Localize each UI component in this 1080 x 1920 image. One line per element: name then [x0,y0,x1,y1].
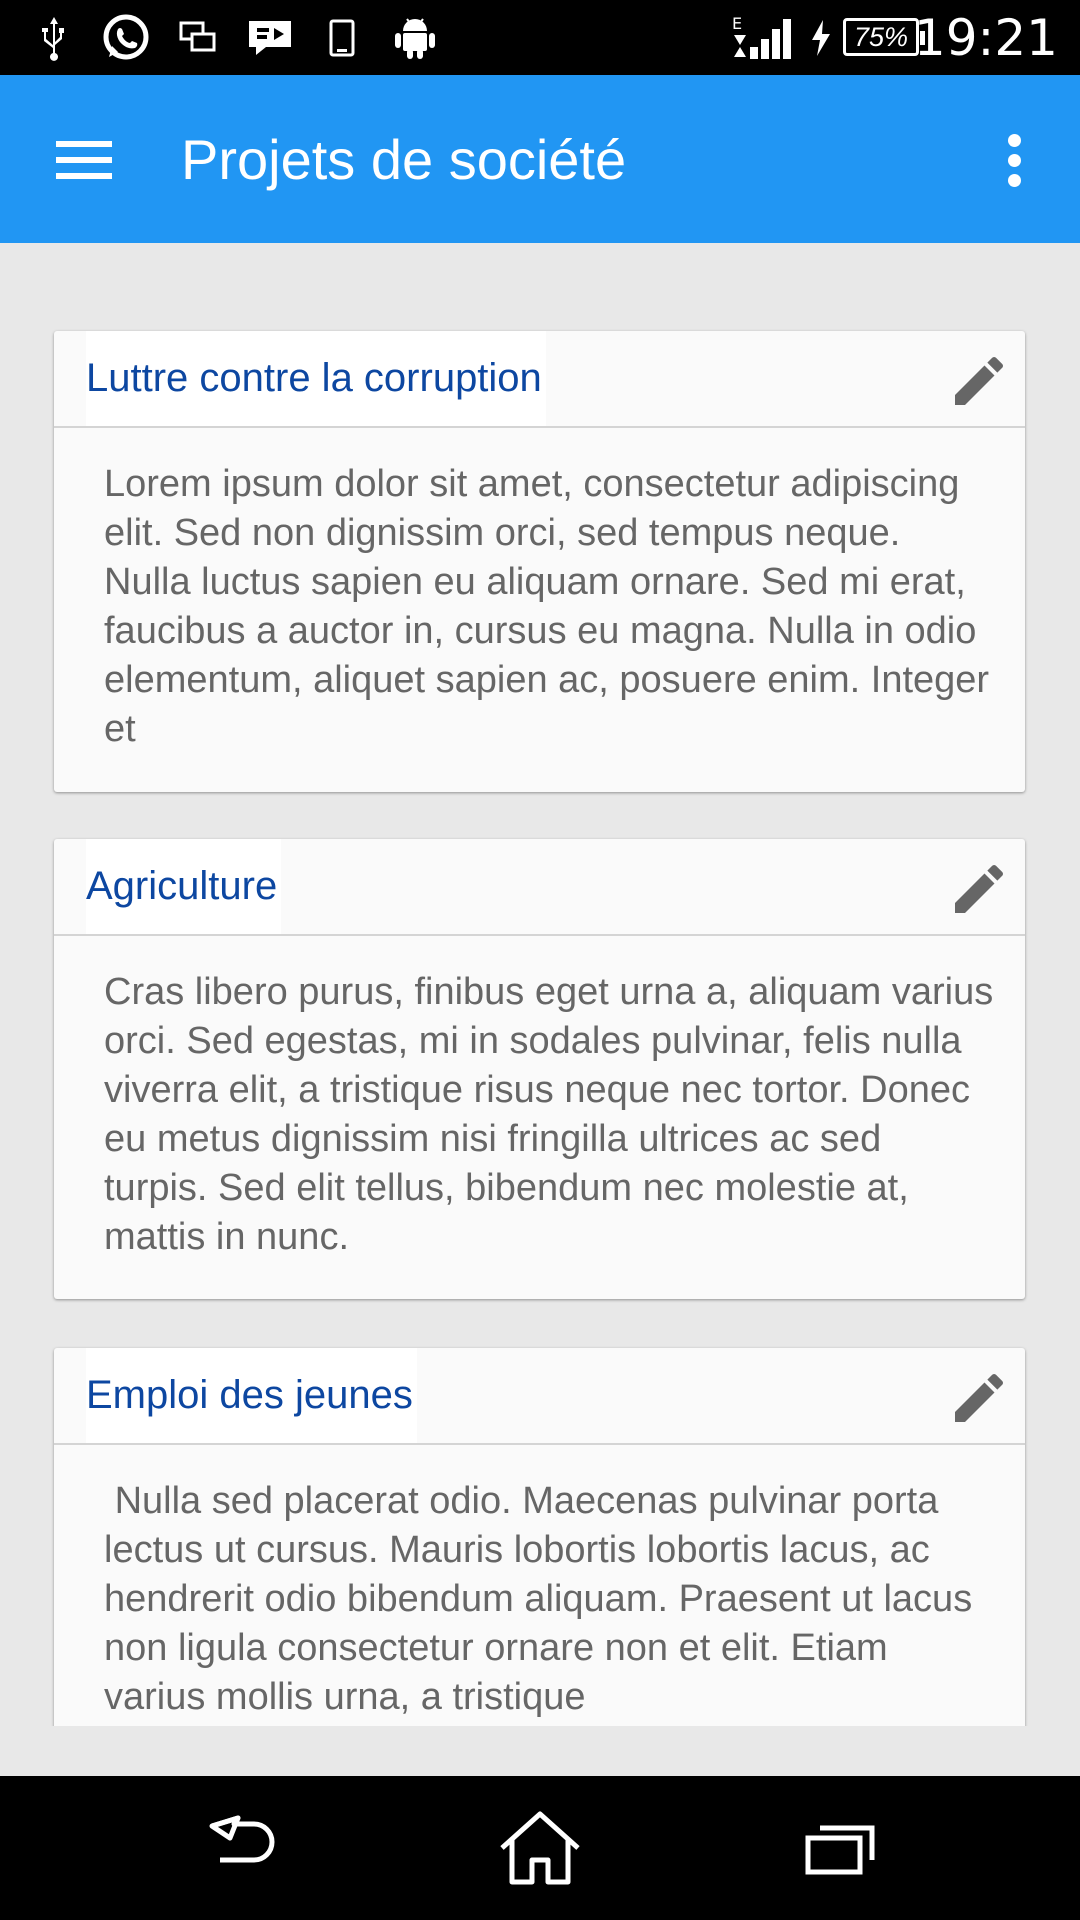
recent-apps-icon[interactable] [790,1808,890,1888]
whatsapp-icon [98,0,154,75]
signal-icon: E [730,0,792,75]
back-icon[interactable] [190,1808,290,1888]
navigation-bar [0,1776,1080,1920]
svg-text:E: E [732,14,742,33]
card-title[interactable]: Luttre contre la corruption [86,331,546,426]
card-title[interactable]: Emploi des jeunes [86,1348,417,1443]
pencil-icon[interactable] [947,349,1011,413]
battery-level: 75% [853,21,909,52]
project-list[interactable]: Luttre contre la corruption Lorem ipsum … [0,243,1080,1726]
charging-icon [806,0,836,75]
project-card[interactable]: Luttre contre la corruption Lorem ipsum … [54,331,1025,792]
project-card[interactable]: Emploi des jeunes Nulla sed placerat odi… [54,1348,1025,1726]
pencil-icon[interactable] [947,857,1011,921]
android-icon [392,0,438,75]
message-icon [244,0,296,75]
screen-mirror-icon [176,0,220,75]
card-description: Nulla sed placerat odio. Maecenas pulvin… [104,1480,983,1718]
more-vert-icon[interactable] [990,125,1038,195]
card-description: Cras libero purus, finibus eget urna a, … [104,971,994,1258]
card-description: Lorem ipsum dolor sit amet, consectetur … [104,463,990,750]
status-bar: E 75% 19:21 [0,0,1080,75]
card-header: Emploi des jeunes [54,1348,1025,1445]
phone-icon [326,0,358,75]
pencil-icon[interactable] [947,1366,1011,1430]
app-bar: Projets de société [0,75,1080,243]
clock: 19:21 [913,8,1058,67]
page-title: Projets de société [181,127,627,191]
card-title[interactable]: Agriculture [86,839,282,934]
card-header: Agriculture [54,839,1025,936]
usb-icon [34,0,74,75]
project-card[interactable]: Agriculture Cras libero purus, finibus e… [54,839,1025,1299]
card-header: Luttre contre la corruption [54,331,1025,428]
home-icon[interactable] [490,1808,590,1888]
hamburger-menu-icon[interactable] [40,124,128,194]
battery-indicator: 75% [843,18,925,56]
